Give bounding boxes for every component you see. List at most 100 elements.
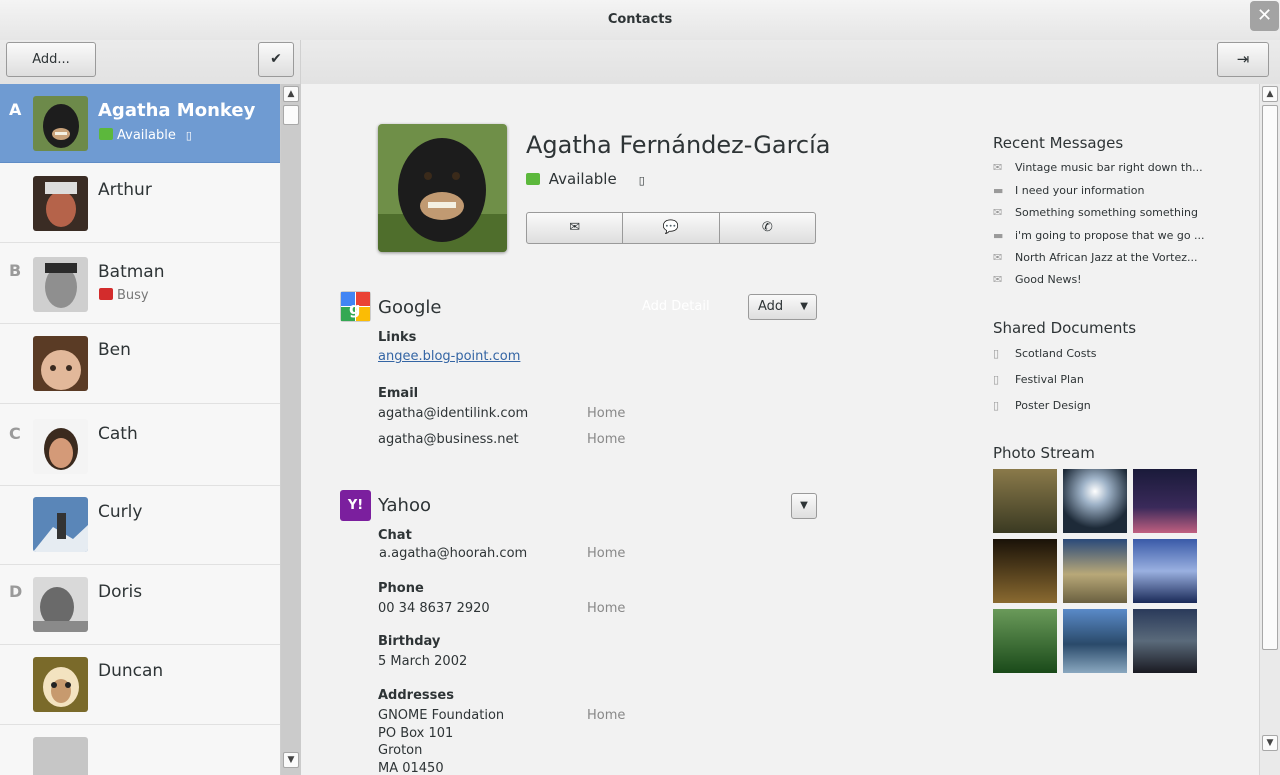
contact-name: Duncan xyxy=(98,661,164,681)
avatar xyxy=(33,577,88,632)
google-icon: g xyxy=(340,291,371,322)
message-item[interactable]: ✉ North African Jazz at the Vortez... xyxy=(993,251,1198,264)
close-button[interactable]: ✕ xyxy=(1250,1,1279,31)
document-item[interactable]: ▯ Poster Design xyxy=(993,399,1091,412)
photo-thumbnail[interactable] xyxy=(993,539,1057,603)
scroll-thumb[interactable] xyxy=(283,105,299,125)
photo-thumbnail[interactable] xyxy=(993,469,1057,533)
contact-name: Ben xyxy=(98,340,131,360)
avatar xyxy=(33,176,88,231)
photo-thumbnail[interactable] xyxy=(1063,539,1127,603)
contact-photo[interactable] xyxy=(378,124,507,252)
mail-icon: ✉ xyxy=(993,161,1003,174)
toolbar: Add... ✔ ⇥ xyxy=(0,40,1280,84)
presence-status: Available ▯ xyxy=(526,170,645,188)
available-icon xyxy=(99,128,113,140)
photo-thumbnail[interactable] xyxy=(1063,609,1127,673)
website-link[interactable]: angee.blog-point.com xyxy=(378,349,520,364)
document-icon: ▯ xyxy=(993,399,1000,412)
contact-row-cath[interactable]: C Cath xyxy=(0,404,280,486)
photo-thumbnail[interactable] xyxy=(1133,539,1197,603)
addresses-label: Addresses xyxy=(378,688,454,703)
contact-row-partial[interactable] xyxy=(0,725,280,775)
contact-name: Cath xyxy=(98,424,138,444)
birthday-value: 5 March 2002 xyxy=(378,654,468,669)
call-button[interactable]: ✆ xyxy=(720,213,815,243)
contact-row-curly[interactable]: Curly xyxy=(0,486,280,565)
message-item[interactable]: ✉ Vintage music bar right down th... xyxy=(993,161,1203,174)
chat-icon: ▬ xyxy=(993,229,1004,242)
avatar xyxy=(33,497,88,552)
scroll-down-arrow-icon[interactable]: ▼ xyxy=(283,752,299,768)
document-icon: ▯ xyxy=(993,347,1000,360)
available-icon xyxy=(526,173,540,185)
address-line: Groton xyxy=(378,743,423,758)
phone-icon: ▯ xyxy=(185,129,192,142)
email-value[interactable]: agatha@identilink.com xyxy=(378,406,528,421)
add-contact-button[interactable]: Add... xyxy=(6,42,96,77)
window-title: Contacts xyxy=(607,12,673,27)
add-detail-label[interactable]: Add Detail xyxy=(642,299,710,314)
contact-list: A Agatha Monkey Available ▯ Arthur B Batm… xyxy=(0,84,281,775)
recent-messages-title: Recent Messages xyxy=(993,134,1124,152)
avatar xyxy=(33,336,88,391)
mail-icon: ✉ xyxy=(993,251,1003,264)
title-bar: Contacts ✕ xyxy=(0,0,1280,40)
avatar xyxy=(33,419,88,474)
contact-full-name: Agatha Fernández-García xyxy=(526,131,831,159)
contact-name: Arthur xyxy=(98,180,152,200)
contact-name: Doris xyxy=(98,582,143,602)
phone-type: Home xyxy=(587,601,626,616)
photo-thumbnail[interactable] xyxy=(1133,469,1197,533)
message-item[interactable]: ▬ i'm going to propose that we go ... xyxy=(993,229,1205,242)
email-value[interactable]: agatha@business.net xyxy=(378,432,519,447)
contact-row-doris[interactable]: D Doris xyxy=(0,565,280,645)
message-item[interactable]: ▬ I need your information xyxy=(993,184,1144,197)
select-mode-button[interactable]: ✔ xyxy=(258,42,294,77)
contact-row-ben[interactable]: Ben xyxy=(0,324,280,404)
contact-name: Agatha Monkey xyxy=(98,100,256,121)
phone-label: Phone xyxy=(378,581,424,596)
document-item[interactable]: ▯ Festival Plan xyxy=(993,373,1084,386)
chevron-down-icon: ▼ xyxy=(800,301,808,312)
contact-list-scrollbar[interactable]: ▲ ▼ xyxy=(281,84,301,775)
chat-value[interactable]: a.agatha@hoorah.com xyxy=(379,546,527,561)
send-chat-button[interactable]: 💬 xyxy=(623,213,720,243)
avatar xyxy=(33,96,88,151)
email-type: Home xyxy=(587,406,626,421)
document-item[interactable]: ▯ Scotland Costs xyxy=(993,347,1097,360)
photo-thumbnail[interactable] xyxy=(993,609,1057,673)
contact-status: Busy xyxy=(99,288,149,303)
detail-scrollbar[interactable]: ▲ ▼ xyxy=(1259,84,1280,775)
send-email-button[interactable]: ✉ xyxy=(527,213,624,243)
mail-icon: ✉ xyxy=(993,206,1003,219)
contact-row-agatha[interactable]: A Agatha Monkey Available ▯ xyxy=(0,84,280,163)
photo-thumbnail[interactable] xyxy=(1063,469,1127,533)
yahoo-icon: Y! xyxy=(340,490,371,521)
link-contacts-button[interactable]: ⇥ xyxy=(1217,42,1269,77)
svg-text:g: g xyxy=(349,299,360,318)
scroll-down-arrow-icon[interactable]: ▼ xyxy=(1262,735,1278,751)
message-item[interactable]: ✉ Good News! xyxy=(993,273,1082,286)
add-detail-dropdown[interactable]: Add ▼ xyxy=(748,294,817,320)
chevron-down-icon[interactable]: ▼ xyxy=(791,493,817,519)
toolbar-divider xyxy=(300,40,301,84)
yahoo-service-name: Yahoo xyxy=(378,495,431,516)
scroll-up-arrow-icon[interactable]: ▲ xyxy=(283,86,299,102)
phone-icon: ▯ xyxy=(638,174,645,187)
contact-row-batman[interactable]: B Batman Busy xyxy=(0,243,280,324)
index-letter: C xyxy=(9,424,21,443)
index-letter: B xyxy=(9,261,22,280)
links-label: Links xyxy=(378,330,417,345)
contact-detail-pane: Agatha Fernández-García Available ▯ ✉ 💬 ✆… xyxy=(301,84,1259,775)
contact-row-arthur[interactable]: Arthur xyxy=(0,163,280,243)
message-item[interactable]: ✉ Something something something xyxy=(993,206,1198,219)
contact-row-duncan[interactable]: Duncan xyxy=(0,645,280,725)
scroll-thumb[interactable] xyxy=(1262,105,1278,650)
scroll-up-arrow-icon[interactable]: ▲ xyxy=(1262,86,1278,102)
photo-thumbnail[interactable] xyxy=(1133,609,1197,673)
document-icon: ▯ xyxy=(993,373,1000,386)
photo-stream-title: Photo Stream xyxy=(993,444,1095,462)
phone-value[interactable]: 00 34 8637 2920 xyxy=(378,601,490,616)
avatar xyxy=(33,257,88,312)
